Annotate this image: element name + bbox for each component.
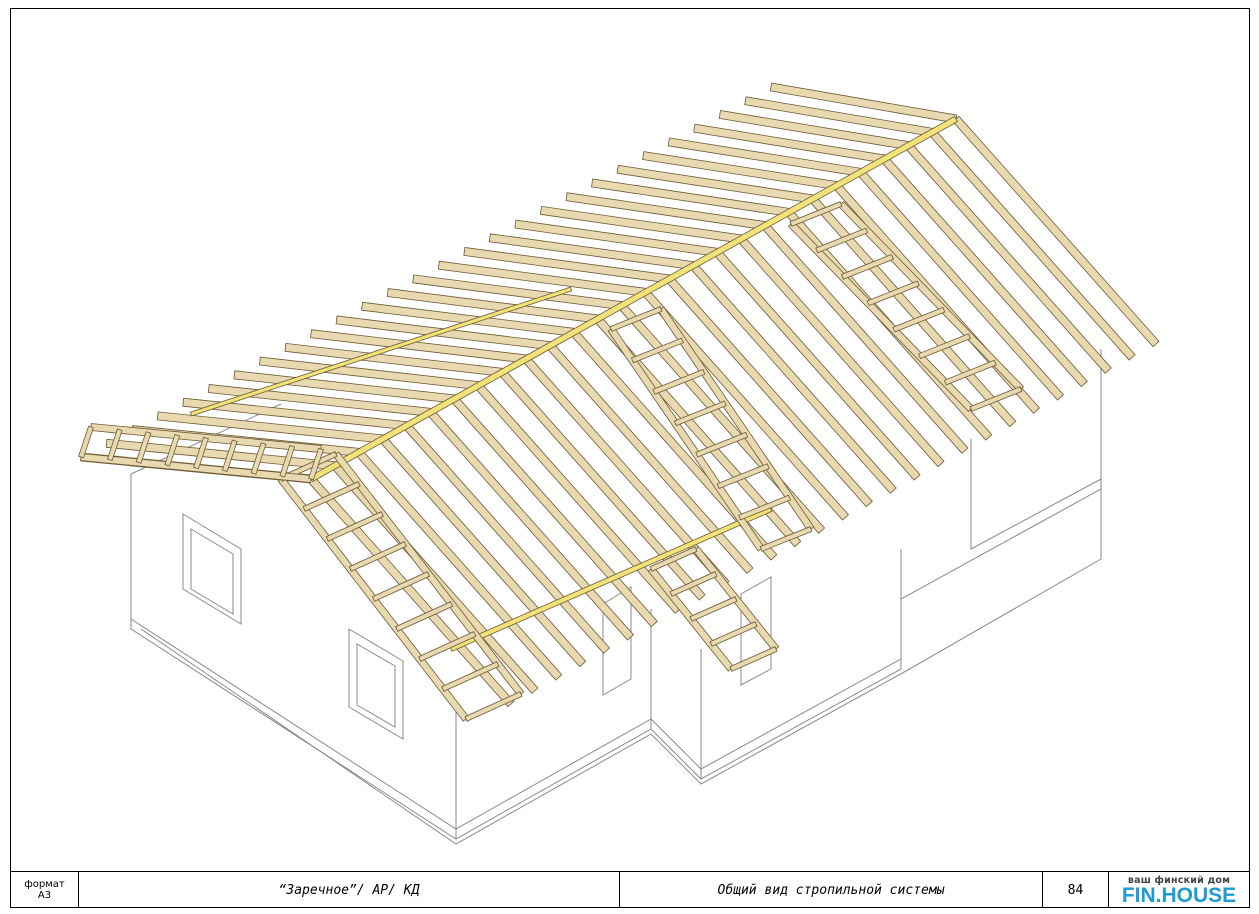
sheet-title-cell: Общий вид стропильной системы xyxy=(620,872,1043,908)
logo-brand: FIN.HOUSE xyxy=(1121,883,1237,907)
format-value: А3 xyxy=(37,890,52,901)
project-cell: “Заречное”/ АР/ КД xyxy=(79,872,620,908)
format-cell: формат А3 xyxy=(11,872,79,908)
project-name: “Заречное”/ АР/ КД xyxy=(278,882,420,898)
page-number: 84 xyxy=(1067,882,1084,898)
format-label: формат xyxy=(24,879,65,890)
sheet-title: Общий вид стропильной системы xyxy=(717,882,945,898)
page-number-cell: 84 xyxy=(1043,872,1109,908)
company-logo: ваш финский дом FIN.HOUSE xyxy=(1109,872,1249,908)
drawing-sheet: формат А3 “Заречное”/ АР/ КД Общий вид с… xyxy=(10,8,1250,908)
roof-framing-isometric-drawing xyxy=(78,82,1160,845)
title-block: формат А3 “Заречное”/ АР/ КД Общий вид с… xyxy=(11,871,1249,908)
rafter-system xyxy=(78,82,1160,722)
